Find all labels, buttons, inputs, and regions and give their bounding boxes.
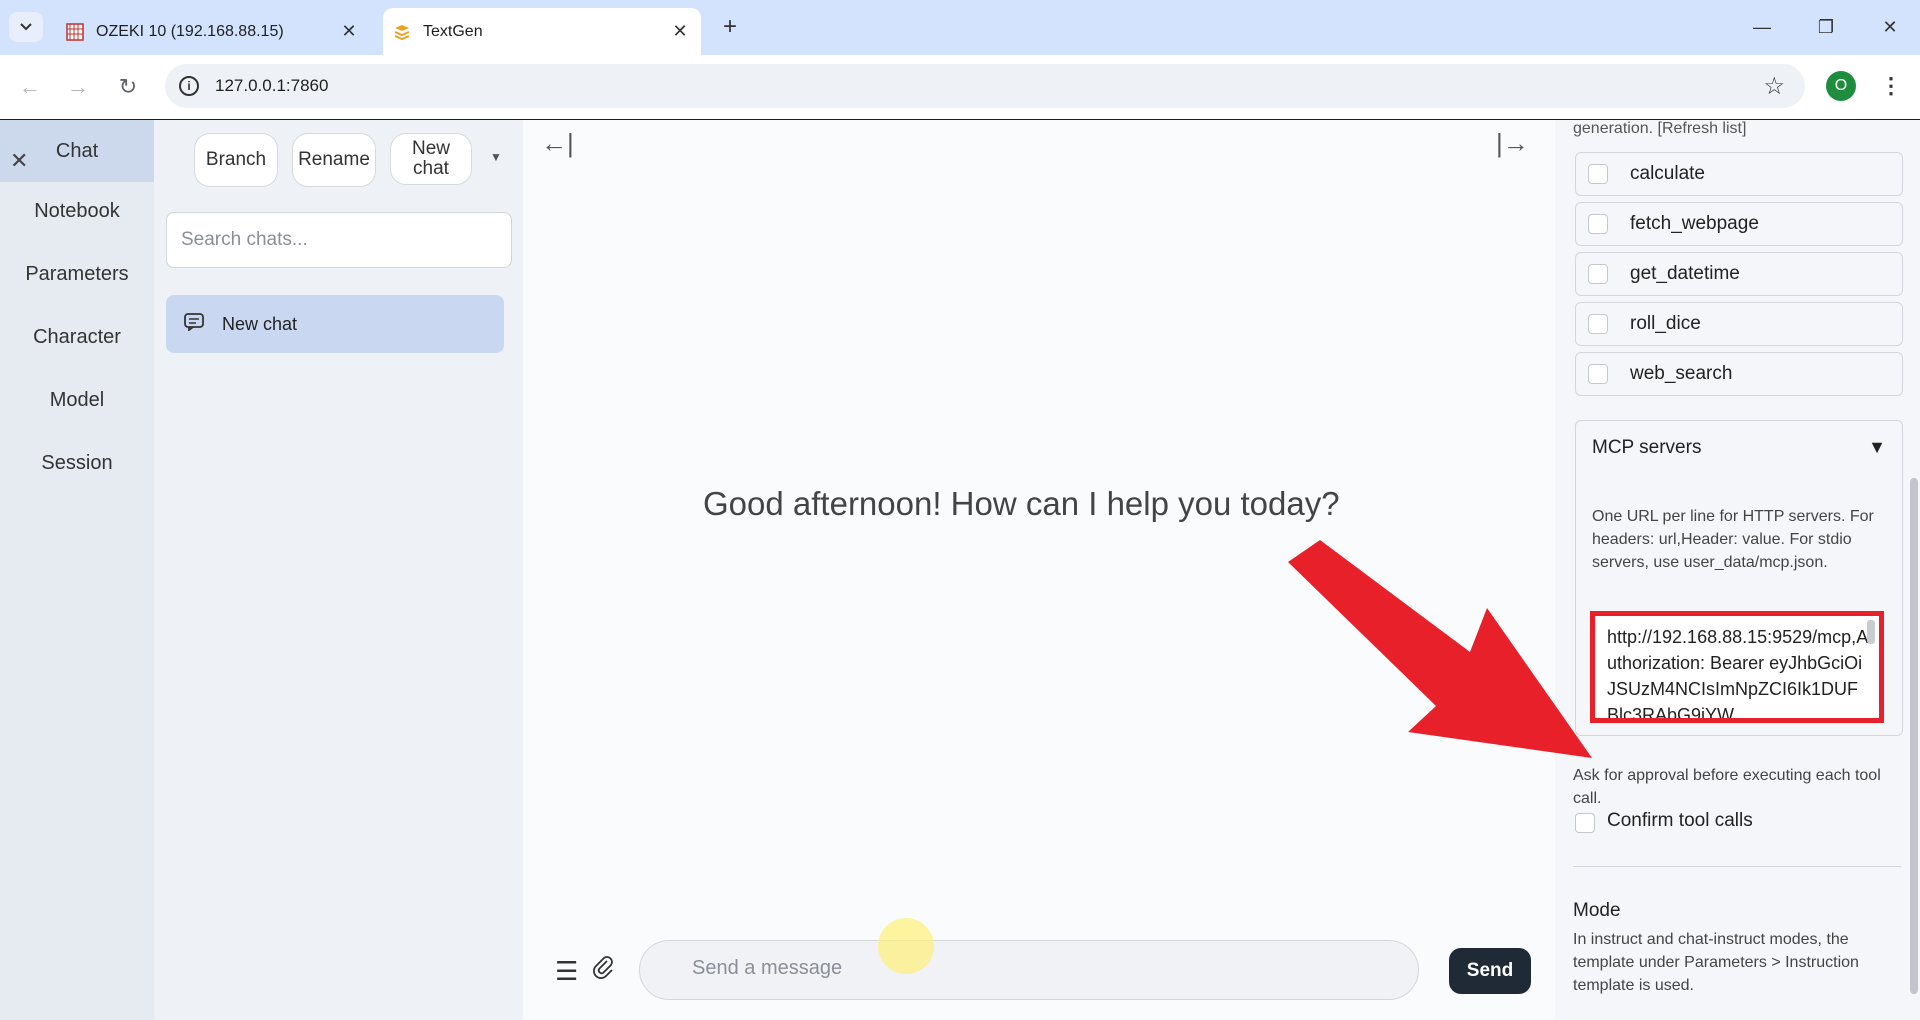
chevron-down-icon	[20, 23, 32, 31]
mcp-servers-description: One URL per line for HTTP servers. For h…	[1592, 508, 1874, 571]
tool-label: web_search	[1630, 363, 1733, 384]
nav-item-model[interactable]: Model	[0, 389, 154, 412]
tool-label: get_datetime	[1630, 263, 1740, 284]
divider	[1573, 866, 1901, 867]
approval-description: Ask for approval before executing each t…	[1573, 767, 1881, 807]
collapse-right-icon[interactable]: |→	[1496, 128, 1529, 159]
tool-label: fetch_webpage	[1630, 213, 1759, 234]
address-bar[interactable]: i 127.0.0.1:7860 ☆	[165, 64, 1805, 108]
tool-checkbox[interactable]	[1588, 364, 1608, 384]
minimize-icon[interactable]: —	[1742, 12, 1782, 42]
tool-label: calculate	[1630, 163, 1705, 184]
nav-item-session[interactable]: Session	[0, 452, 154, 475]
send-button[interactable]: Send	[1449, 948, 1531, 994]
search-chats-input[interactable]: Search chats...	[166, 212, 512, 268]
tab-textgen[interactable]: TextGen ✕	[383, 8, 701, 55]
tool-option-calculate[interactable]: calculate	[1575, 152, 1903, 196]
accordion-toggle-icon[interactable]: ▼	[1868, 437, 1886, 458]
forward-icon[interactable]: →	[62, 71, 94, 103]
close-window-icon[interactable]: ✕	[1870, 12, 1910, 42]
new-chat-button[interactable]: New chat	[390, 133, 472, 185]
nav-item-notebook[interactable]: Notebook	[0, 200, 154, 223]
attach-paperclip-icon[interactable]	[591, 954, 615, 987]
tab-ozeki[interactable]: OZEKI 10 (192.168.88.15) ✕	[56, 8, 370, 55]
mcp-servers-value: http://192.168.88.15:9529/mcp,Authorizat…	[1607, 627, 1869, 723]
browser-toolbar: ← → ↻ i 127.0.0.1:7860 ☆ O ⋮	[0, 55, 1920, 120]
mode-description: In instruct and chat-instruct modes, the…	[1573, 931, 1859, 994]
nav-item-character[interactable]: Character	[0, 326, 154, 349]
mcp-servers-title[interactable]: MCP servers	[1592, 437, 1701, 459]
ozeki-favicon-icon	[66, 22, 84, 41]
tools-panel: generation. [Refresh list] calculate fet…	[1555, 120, 1920, 1020]
chat-bubble-icon	[184, 313, 204, 331]
menu-icon[interactable]: ☰	[555, 956, 578, 987]
branch-button[interactable]: Branch	[194, 133, 278, 187]
tool-option-roll-dice[interactable]: roll_dice	[1575, 302, 1903, 346]
restore-icon[interactable]: ❐	[1806, 12, 1846, 42]
mcp-servers-accordion: MCP servers ▼ One URL per line for HTTP …	[1575, 420, 1903, 736]
collapse-left-icon[interactable]: ←|	[541, 128, 574, 159]
textgen-app: ✕ Chat Notebook Parameters Character Mod…	[0, 120, 1920, 1020]
nav-item-label: Chat	[55, 140, 99, 162]
mode-title: Mode	[1573, 900, 1621, 921]
mouse-cursor-highlight	[878, 918, 934, 974]
confirm-tool-calls-checkbox[interactable]	[1575, 813, 1595, 833]
site-info-icon[interactable]: i	[179, 76, 199, 96]
nav-item-parameters[interactable]: Parameters	[0, 263, 154, 286]
browser-tab-bar: OZEKI 10 (192.168.88.15) ✕ TextGen ✕ + —…	[0, 0, 1920, 55]
red-annotation-arrow	[1288, 540, 1592, 758]
message-placeholder: Send a message	[692, 957, 843, 979]
refresh-list-note[interactable]: generation. [Refresh list]	[1573, 120, 1746, 138]
tool-checkbox[interactable]	[1588, 264, 1608, 284]
new-tab-icon[interactable]: +	[716, 13, 744, 41]
close-sidebar-icon[interactable]: ✕	[10, 130, 28, 192]
main-nav: ✕ Chat Notebook Parameters Character Mod…	[0, 120, 154, 1020]
close-tab-icon[interactable]: ✕	[669, 21, 691, 42]
profile-avatar[interactable]: O	[1826, 71, 1856, 101]
reload-icon[interactable]: ↻	[112, 71, 144, 103]
tab-search-button[interactable]	[9, 12, 43, 42]
textarea-scrollbar[interactable]	[1867, 620, 1875, 644]
url-text: 127.0.0.1:7860	[215, 76, 329, 95]
chat-options-dropdown-icon[interactable]: ▼	[490, 150, 502, 164]
tab-title: OZEKI 10 (192.168.88.15)	[96, 22, 284, 40]
rename-button[interactable]: Rename	[292, 133, 376, 187]
tab-title: TextGen	[423, 22, 483, 40]
chat-list-item[interactable]: New chat	[166, 295, 504, 353]
greeting-text: Good afternoon! How can I help you today…	[703, 485, 1340, 522]
tool-checkbox[interactable]	[1588, 164, 1608, 184]
textgen-favicon-icon	[394, 24, 410, 40]
tool-label: roll_dice	[1630, 313, 1701, 334]
browser-menu-icon[interactable]: ⋮	[1880, 71, 1902, 101]
message-input[interactable]: Send a message	[639, 940, 1419, 1000]
confirm-tool-calls-label[interactable]: Confirm tool calls	[1607, 810, 1753, 832]
chat-item-label: New chat	[222, 314, 298, 334]
bookmark-star-icon[interactable]: ☆	[1763, 72, 1785, 101]
back-icon[interactable]: ←	[14, 71, 46, 103]
close-tab-icon[interactable]: ✕	[338, 21, 360, 42]
right-panel-scrollbar[interactable]	[1910, 478, 1918, 994]
chat-history-panel: Branch Rename New chat ▼ Search chats...…	[154, 120, 523, 1020]
tool-option-web-search[interactable]: web_search	[1575, 352, 1903, 396]
search-placeholder: Search chats...	[181, 229, 308, 250]
tool-checkbox[interactable]	[1588, 214, 1608, 234]
mcp-servers-textarea[interactable]: http://192.168.88.15:9529/mcp,Authorizat…	[1590, 611, 1884, 723]
tool-checkbox[interactable]	[1588, 314, 1608, 334]
nav-item-chat[interactable]: ✕ Chat	[0, 120, 154, 182]
tool-option-get-datetime[interactable]: get_datetime	[1575, 252, 1903, 296]
tool-option-fetch-webpage[interactable]: fetch_webpage	[1575, 202, 1903, 246]
